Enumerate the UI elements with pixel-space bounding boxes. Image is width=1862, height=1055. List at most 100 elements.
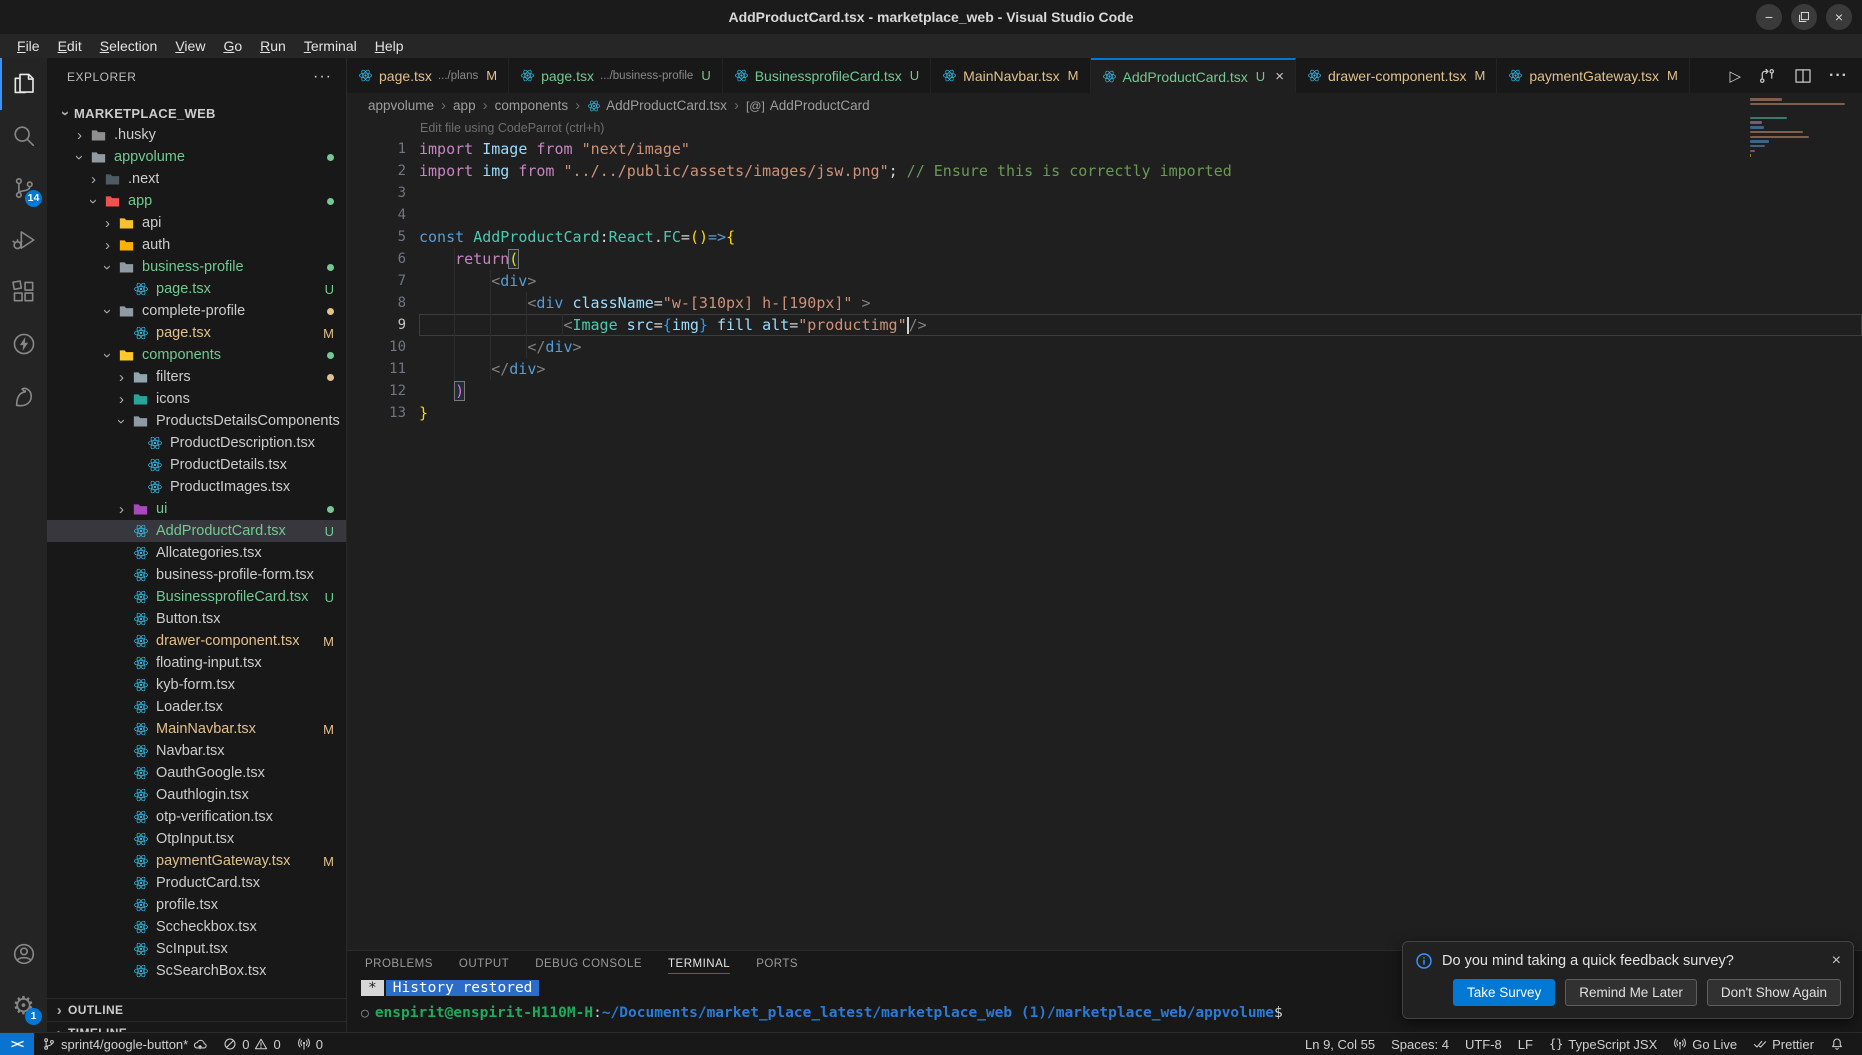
tab-page-tsx-business-profile[interactable]: page.tsx.../business-profileU [509, 58, 723, 93]
tab-addproductcard-tsx[interactable]: AddProductCard.tsxU× [1091, 58, 1296, 93]
tree-item-scinput-tsx[interactable]: ScInput.tsx [47, 938, 346, 960]
remind-me-later-button[interactable]: Remind Me Later [1565, 979, 1697, 1006]
explorer-icon[interactable] [0, 58, 47, 110]
breadcrumb-item-addproductcard[interactable]: [@]AddProductCard [746, 98, 870, 113]
tree-item-business-profile[interactable]: ›business-profile [47, 256, 346, 278]
code-line-6[interactable]: 6 return( [347, 248, 1862, 270]
tree-item-marketplace-web[interactable]: ›MARKETPLACE_WEB [47, 102, 346, 124]
close-icon[interactable]: × [1275, 68, 1284, 85]
menu-selection[interactable]: Selection [91, 36, 167, 56]
codeparrot-icon[interactable] [0, 370, 47, 422]
tree-item-productdetails-tsx[interactable]: ProductDetails.tsx [47, 454, 346, 476]
tree-item-complete-profile[interactable]: ›complete-profile [47, 300, 346, 322]
cursor-position[interactable]: Ln 9, Col 55 [1297, 1037, 1383, 1052]
close-icon[interactable]: × [1832, 952, 1841, 970]
tab-drawer-component-tsx[interactable]: drawer-component.tsxM [1296, 58, 1497, 93]
language-mode[interactable]: {}TypeScript JSX [1541, 1037, 1665, 1052]
tree-item-api[interactable]: ›api [47, 212, 346, 234]
tree-item-scsearchbox-tsx[interactable]: ScSearchBox.tsx [47, 960, 346, 982]
tree-item-icons[interactable]: ›icons [47, 388, 346, 410]
code-line-2[interactable]: 2import img from "../../public/assets/im… [347, 160, 1862, 182]
code-line-1[interactable]: 1import Image from "next/image" [347, 138, 1862, 160]
explorer-actions-icon[interactable]: ··· [313, 68, 332, 86]
tree-item-productimages-tsx[interactable]: ProductImages.tsx [47, 476, 346, 498]
tree-item-paymentgateway-tsx[interactable]: paymentGateway.tsxM [47, 850, 346, 872]
indentation[interactable]: Spaces: 4 [1383, 1037, 1457, 1052]
tree-item-app[interactable]: ›app [47, 190, 346, 212]
outline-section[interactable]: › OUTLINE [47, 998, 346, 1021]
code-line-4[interactable]: 4 [347, 204, 1862, 226]
panel-tab-problems[interactable]: PROBLEMS [365, 958, 433, 974]
tree-item-page-tsx[interactable]: page.tsxM [47, 322, 346, 344]
tree-item-auth[interactable]: ›auth [47, 234, 346, 256]
tree-item-loader-tsx[interactable]: Loader.tsx [47, 696, 346, 718]
run-code-icon[interactable]: ▷ [1729, 67, 1741, 85]
source-control-icon[interactable]: 14 [0, 162, 47, 214]
tree-item-page-tsx[interactable]: page.tsxU [47, 278, 346, 300]
split-editor-icon[interactable] [1793, 66, 1813, 86]
open-changes-icon[interactable] [1757, 66, 1777, 86]
tree-item-floating-input-tsx[interactable]: floating-input.tsx [47, 652, 346, 674]
tree-item-husky[interactable]: ›.husky [47, 124, 346, 146]
more-actions-icon[interactable]: ··· [1829, 67, 1848, 85]
tree-item-components[interactable]: ›components [47, 344, 346, 366]
tree-item-productsdetailscomponents[interactable]: ›ProductsDetailsComponents [47, 410, 346, 432]
prettier[interactable]: Prettier [1745, 1037, 1822, 1052]
tab-paymentgateway-tsx[interactable]: paymentGateway.tsxM [1497, 58, 1690, 93]
tab-page-tsx-plans[interactable]: page.tsx.../plansM [347, 58, 509, 93]
breadcrumb-item-components[interactable]: components [495, 98, 569, 113]
menu-help[interactable]: Help [366, 36, 413, 56]
tree-item-productcard-tsx[interactable]: ProductCard.tsx [47, 872, 346, 894]
tree-item-kyb-form-tsx[interactable]: kyb-form.tsx [47, 674, 346, 696]
panel-tab-debug-console[interactable]: DEBUG CONSOLE [535, 958, 642, 974]
tree-item-profile-tsx[interactable]: profile.tsx [47, 894, 346, 916]
tree-item-businessprofilecard-tsx[interactable]: BusinessprofileCard.tsxU [47, 586, 346, 608]
menu-run[interactable]: Run [251, 36, 295, 56]
code-line-13[interactable]: 13} [347, 402, 1862, 424]
tab-mainnavbar-tsx[interactable]: MainNavbar.tsxM [931, 58, 1090, 93]
take-survey-button[interactable]: Take Survey [1453, 979, 1555, 1006]
menu-view[interactable]: View [166, 36, 214, 56]
branch-status[interactable]: sprint4/google-button* [34, 1033, 215, 1055]
code-editor[interactable]: Edit file using CodeParrot (ctrl+h) 1imp… [347, 118, 1862, 950]
code-line-9[interactable]: 9 <Image src={img} fill alt="productimg"… [347, 314, 1862, 336]
tab-businessprofilecard-tsx[interactable]: BusinessprofileCard.tsxU [723, 58, 931, 93]
minimize-icon[interactable]: − [1756, 4, 1782, 30]
tree-item-business-profile-form-tsx[interactable]: business-profile-form.tsx [47, 564, 346, 586]
timeline-section[interactable]: › TIMELINE [47, 1021, 346, 1032]
minimap[interactable] [1750, 98, 1850, 159]
notifications-bell[interactable] [1822, 1037, 1852, 1051]
broadcast-status[interactable]: 0 [289, 1033, 331, 1055]
tree-item-oauthgoogle-tsx[interactable]: OauthGoogle.tsx [47, 762, 346, 784]
code-line-12[interactable]: 12 ) [347, 380, 1862, 402]
thunder-client-icon[interactable] [0, 318, 47, 370]
panel-tab-terminal[interactable]: TERMINAL [668, 958, 730, 974]
tree-item-allcategories-tsx[interactable]: Allcategories.tsx [47, 542, 346, 564]
run-and-debug-icon[interactable] [0, 214, 47, 266]
menu-file[interactable]: File [8, 36, 49, 56]
tree-item-otp-verification-tsx[interactable]: otp-verification.tsx [47, 806, 346, 828]
tree-item-addproductcard-tsx[interactable]: AddProductCard.tsxU [47, 520, 346, 542]
tree-item-productdescription-tsx[interactable]: ProductDescription.tsx [47, 432, 346, 454]
breadcrumb-item-addproductcard-tsx[interactable]: AddProductCard.tsx [587, 98, 727, 113]
tree-item-appvolume[interactable]: ›appvolume [47, 146, 346, 168]
menu-go[interactable]: Go [214, 36, 251, 56]
menu-edit[interactable]: Edit [49, 36, 91, 56]
settings-icon[interactable]: ⚙1 [0, 980, 47, 1032]
restore-icon[interactable] [1791, 4, 1817, 30]
tree-item-ui[interactable]: ›ui [47, 498, 346, 520]
tree-item-button-tsx[interactable]: Button.tsx [47, 608, 346, 630]
search-icon[interactable] [0, 110, 47, 162]
extensions-icon[interactable] [0, 266, 47, 318]
eol[interactable]: LF [1510, 1037, 1541, 1052]
problems-status[interactable]: 00 [215, 1033, 288, 1055]
menu-terminal[interactable]: Terminal [295, 36, 366, 56]
tree-item-otpinput-tsx[interactable]: OtpInput.tsx [47, 828, 346, 850]
tree-item-next[interactable]: ›.next [47, 168, 346, 190]
panel-tab-output[interactable]: OUTPUT [459, 958, 509, 974]
tree-item-mainnavbar-tsx[interactable]: MainNavbar.tsxM [47, 718, 346, 740]
tree-item-filters[interactable]: ›filters [47, 366, 346, 388]
code-line-3[interactable]: 3 [347, 182, 1862, 204]
panel-tab-ports[interactable]: PORTS [756, 958, 798, 974]
don-t-show-again-button[interactable]: Don't Show Again [1707, 979, 1841, 1006]
